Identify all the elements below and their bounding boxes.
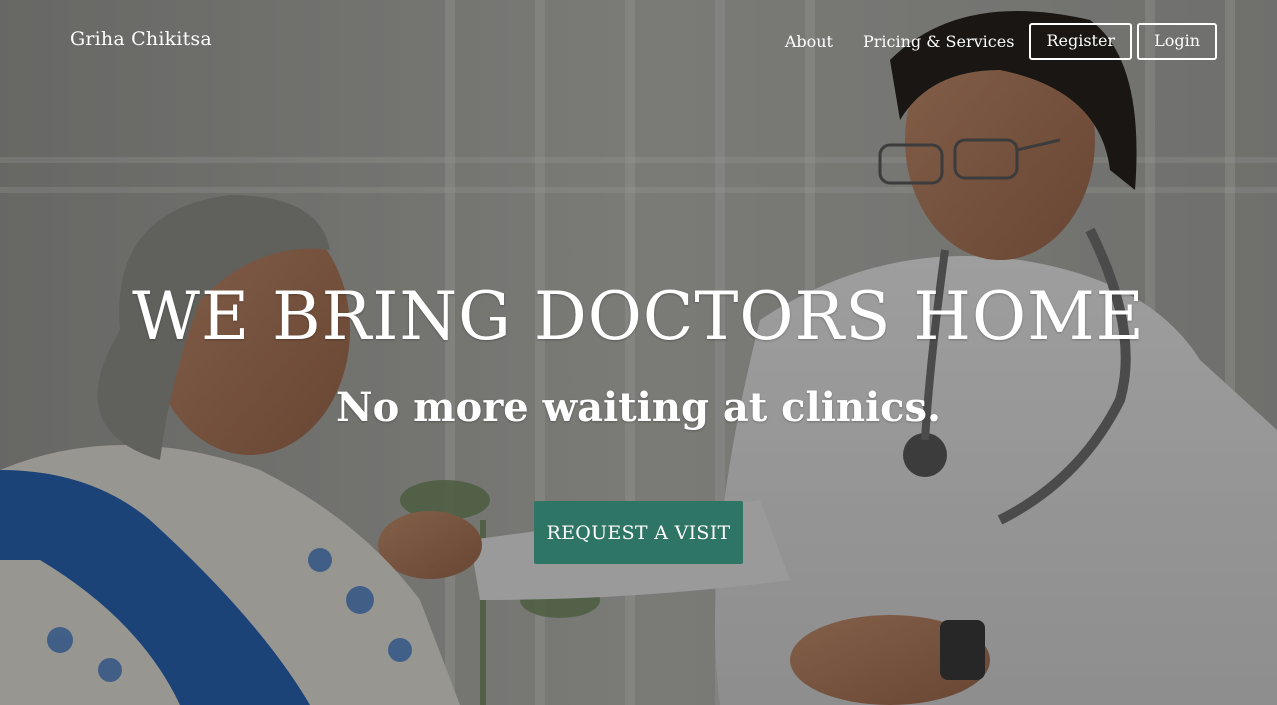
nav-link-about[interactable]: About <box>785 24 833 59</box>
nav-link-pricing-services[interactable]: Pricing & Services <box>863 24 1014 59</box>
login-button[interactable]: Login <box>1137 23 1217 60</box>
request-visit-button[interactable]: REQUEST A VISIT <box>534 501 743 564</box>
top-navbar: Griha Chikitsa About Pricing & Services … <box>0 0 1277 84</box>
register-button[interactable]: Register <box>1029 23 1133 60</box>
brand-logo-text[interactable]: Griha Chikitsa <box>70 28 212 50</box>
hero-subheadline: No more waiting at clinics. <box>336 384 941 431</box>
nav-links: About Pricing & Services Register Login <box>785 23 1217 60</box>
hero-headline: WE BRING DOCTORS HOME <box>132 278 1145 355</box>
hero-section: Griha Chikitsa About Pricing & Services … <box>0 0 1277 705</box>
